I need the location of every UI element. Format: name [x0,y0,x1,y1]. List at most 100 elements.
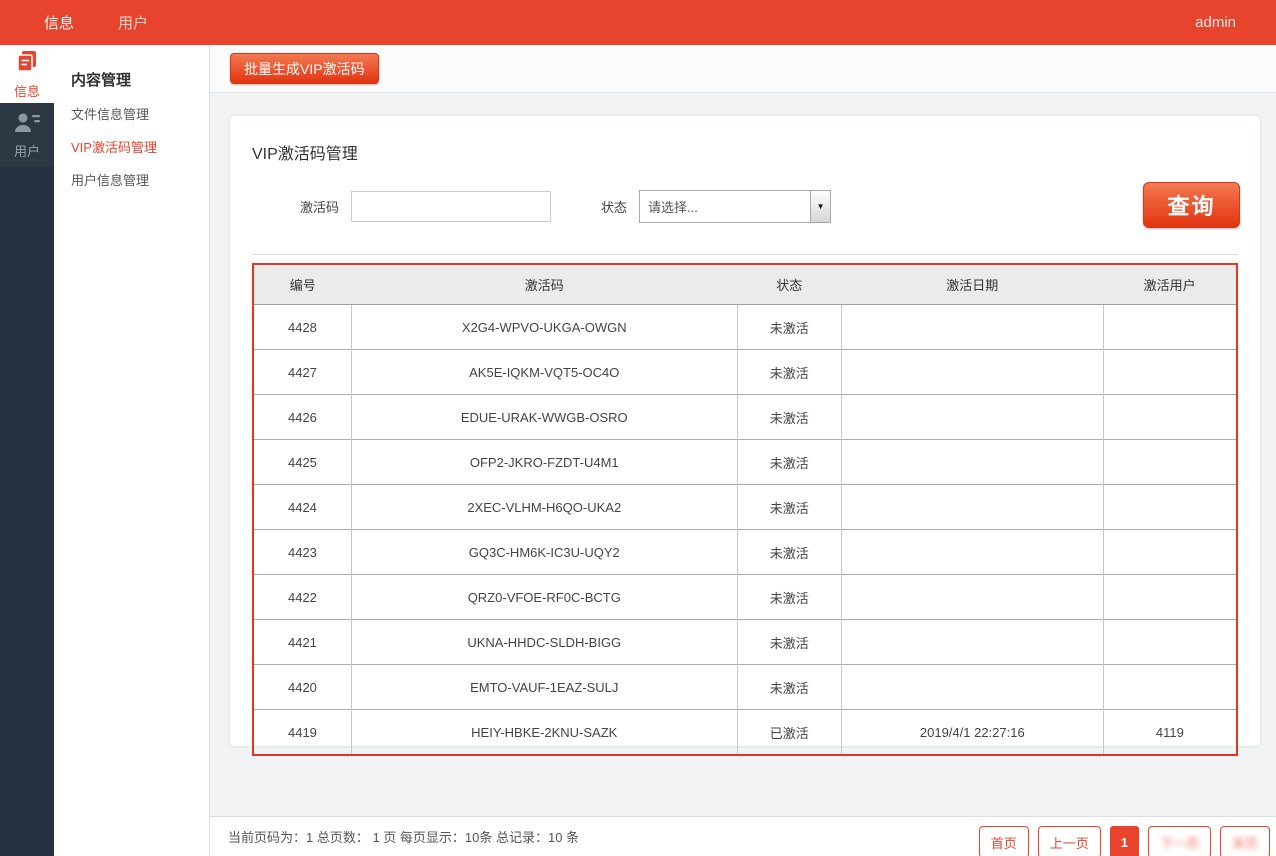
table-cell [840,664,1104,710]
table-cell: 4419 [253,709,352,755]
table-cell: 未激活 [736,574,842,620]
table-cell [1102,619,1237,665]
vip-code-panel: VIP激活码管理 激活码 状态 请选择... ▼ 查询 编号 激活码 状态 激活… [230,116,1260,756]
table-cell: 2019/4/1 22:27:16 [840,709,1104,755]
panel-title: VIP激活码管理 [252,146,358,163]
table-cell: 4426 [253,394,352,440]
topnav-item-user[interactable]: 用户 [118,12,148,33]
page-button-上一页[interactable]: 上一页 [1037,826,1101,856]
pager: 首页 上一页 1 下一页 末页 [978,817,1270,856]
table-row: 4428 X2G4-WPVO-UKGA-OWGN 未激活 [253,304,1237,350]
page-button-末页[interactable]: 末页 [1219,826,1270,856]
chevron-down-icon[interactable]: ▼ [810,191,831,222]
search-button[interactable]: 查询 [1143,182,1240,228]
table-cell: HEIY-HBKE-2KNU-SAZK [350,709,738,755]
table-cell: 未激活 [736,439,842,485]
codes-table: 编号 激活码 状态 激活日期 激活用户 4428 X2G4-WPVO-UKGA-OWGN 未… [252,263,1238,756]
table-cell: 4428 [287,319,317,335]
rail-item-label: 信息 [13,84,40,99]
rail-item-info[interactable]: 信息 [0,45,54,103]
topnav-item-info[interactable]: 信息 [44,12,74,33]
table-cell: UKNA-HHDC-SLDH-BIGG [350,619,738,665]
table-row: 4426 EDUE-URAK-WWGB-OSRO 未激活 [253,394,1237,440]
table-cell: 2XEC-VLHM-H6QO-UKA2 [350,484,738,530]
table-cell [840,349,1104,395]
table-cell: 未激活 [736,619,842,665]
sidebar-menu: 文件信息管理 VIP激活码管理 用户信息管理 [54,106,209,189]
table-cell: 未激活 [736,394,842,440]
table-cell [1102,574,1237,620]
table-cell [840,304,1104,350]
table-cell [1102,529,1237,575]
table-cell [1102,484,1237,530]
table-row: 4424 2XEC-VLHM-H6QO-UKA2 未激活 [253,484,1237,530]
table-cell [1102,439,1237,485]
table-cell: 4119 [1102,709,1237,755]
table-cell: 4420 [253,664,352,710]
rail-item-label: 用户 [13,144,40,159]
table-cell: 已激活 [736,709,842,755]
table-cell: 未激活 [736,484,842,530]
table-row: 4425 OFP2-JKRO-FZDT-U4M1 未激活 [253,439,1237,485]
table-cell: 4423 [253,529,352,575]
table-cell: 4422 [253,574,352,620]
search-form: 激活码 状态 请选择... ▼ [300,190,1238,223]
table-cell: AK5E-IQKM-VQT5-OC4O [350,349,738,395]
table-cell: EDUE-URAK-WWGB-OSRO [350,394,738,440]
status-select[interactable]: 请选择... ▼ [639,190,832,223]
sidebar-item-3[interactable]: 用户信息管理 [71,172,209,189]
table-row: 4423 GQ3C-HM6K-IC3U-UQY2 未激活 [253,529,1237,575]
column-header: 状态 [737,264,842,305]
table-cell: 4421 [253,619,352,665]
topbar: 信息 用户 admin [0,0,1276,45]
table-cell [840,619,1104,665]
page-button-label: 首页 [990,835,1017,851]
page-button-label: 上一页 [1049,835,1089,851]
rail-item-user[interactable]: 用户 [0,103,54,167]
sidebar-item-1[interactable]: 文件信息管理 [71,106,209,123]
user-icon [13,110,41,139]
page-button-下一页[interactable]: 下一页 [1147,826,1211,856]
sidebar: 内容管理 文件信息管理 VIP激活码管理 用户信息管理 [54,45,210,856]
table-cell: 未激活 [736,664,842,710]
table-cell: EMTO-VAUF-1EAZ-SULJ [350,664,738,710]
table-row: 4422 QRZ0-VFOE-RF0C-BCTG 未激活 [253,574,1237,620]
page-button-label: 下一页 [1159,835,1199,851]
table-cell [1102,349,1237,395]
page-button-首页[interactable]: 首页 [978,826,1029,856]
column-header: 编号 [253,264,352,305]
column-header: 激活日期 [841,264,1104,305]
table-cell: 4425 [253,439,352,485]
table-row: 4420 EMTO-VAUF-1EAZ-SULJ 未激活 [253,664,1237,710]
toolbar: 批量生成VIP激活码 [210,45,1276,93]
table-cell [1102,304,1237,350]
table-body: 4428 X2G4-WPVO-UKGA-OWGN 未激活 4427 AK5E-IQKM-… [253,304,1237,755]
table-cell [1102,394,1237,440]
batch-generate-button[interactable]: 批量生成VIP激活码 [230,53,379,84]
table-cell: X2G4-WPVO-UKGA-OWGN [350,304,738,350]
code-label: 激活码 [300,200,340,215]
table-row: 4419 HEIY-HBKE-2KNU-SAZK 已激活 2019/4/1 22:27… [253,709,1237,755]
status-label: 状态 [601,200,628,215]
table-cell [840,574,1104,620]
table-cell: 未激活 [736,349,842,395]
page-button-1[interactable]: 1 [1109,826,1139,856]
table-cell: 4424 [253,484,352,530]
table-cell: GQ3C-HM6K-IC3U-UQY2 [350,529,738,575]
table-cell [840,529,1104,575]
table-cell: 4427 [253,349,352,395]
code-input[interactable] [351,191,552,222]
left-rail: 信息 用户 [0,45,54,856]
topbar-username[interactable]: admin [1195,14,1236,31]
status-select-value: 请选择... [648,200,698,215]
column-header: 激活用户 [1103,264,1237,305]
main-layout: 信息 用户 内容管理 文件信息管理 VIP激活码管理 用户信息管理 批量生成VIP激… [0,45,1276,856]
divider [252,254,1238,255]
page-button-label: 1 [1120,834,1128,850]
table-cell: OFP2-JKRO-FZDT-U4M1 [350,439,738,485]
content-body: VIP激活码管理 激活码 状态 请选择... ▼ 查询 编号 激活码 状态 激活… [210,93,1276,816]
table-cell: QRZ0-VFOE-RF0C-BCTG [350,574,738,620]
sidebar-item-2[interactable]: VIP激活码管理 [71,139,209,156]
table-cell [1102,664,1237,710]
table-cell [840,439,1104,485]
